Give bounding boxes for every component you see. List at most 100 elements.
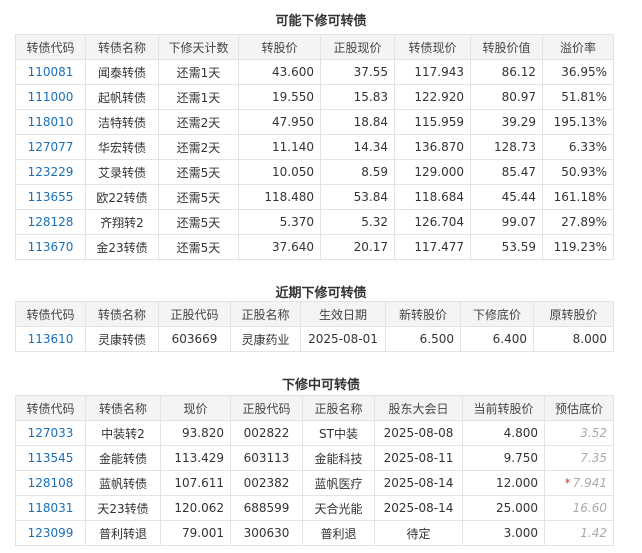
- cell-value: 45.44: [501, 190, 536, 204]
- cell-value: 3.52: [580, 426, 607, 440]
- cell-value: 还需1天: [176, 65, 221, 80]
- bond-code-link[interactable]: 113545: [15, 445, 86, 471]
- cell-value: 6.33%: [568, 140, 607, 154]
- table-cell: 603113: [230, 445, 303, 471]
- table-cell: * 7.941: [544, 470, 614, 496]
- estimate-flag-mark: *: [564, 476, 571, 490]
- cell-value: 86.12: [501, 65, 536, 79]
- cell-value: 128128: [27, 215, 74, 229]
- cell-value: 37.640: [272, 240, 314, 254]
- table-cell: 5.370: [238, 209, 321, 235]
- table-row: 127077 华宏转债 还需2天 11.140 14.34 136.870 128.73 6.…: [15, 134, 614, 160]
- table-cell: 1.42: [544, 520, 614, 546]
- header-row: 转债代码 转债名称 下修天计数 转股价 正股现价 转债现价 转股价值 溢价率: [15, 34, 614, 60]
- table-cell: 8.000: [533, 326, 614, 352]
- cell-value: 15.83: [353, 90, 388, 104]
- table-cell: 灵康转债: [85, 326, 159, 352]
- table-cell: 115.959: [394, 109, 471, 135]
- cell-value: 8.59: [361, 165, 388, 179]
- col-header: 正股现价: [320, 34, 395, 60]
- table-row: 128108 蓝帆转债 107.611 002382 蓝帆医疗 2025-08-14 12.…: [15, 470, 614, 496]
- bond-code-link[interactable]: 127033: [15, 420, 86, 446]
- cell-value: 002822: [243, 426, 290, 440]
- cell-value: 113655: [27, 190, 74, 204]
- cell-value: 99.07: [501, 215, 536, 229]
- cell-value: 5.370: [279, 215, 314, 229]
- table-cell: 2025-08-14: [374, 495, 463, 521]
- cell-value: 129.000: [414, 165, 464, 179]
- cell-value: 还需5天: [176, 165, 221, 180]
- table-cell: 85.47: [470, 159, 543, 185]
- table-row: 118031 天23转债 120.062 688599 天合光能 2025-08-14 25…: [15, 495, 614, 521]
- cell-value: 119.23%: [553, 240, 607, 254]
- cell-value: 79.001: [182, 526, 224, 540]
- col-header: 正股代码: [230, 395, 303, 421]
- bond-code-link[interactable]: 113655: [15, 184, 86, 210]
- cell-value: 还需5天: [176, 215, 221, 230]
- table-recent-reset: 转债代码 转债名称 正股代码 正股名称 生效日期 新转股价 下修底价 原转股价 …: [15, 301, 614, 352]
- col-header: 正股名称: [230, 301, 301, 327]
- cell-value: 3.000: [503, 526, 538, 540]
- bond-code-link[interactable]: 113610: [15, 326, 86, 352]
- cell-value: 50.93%: [561, 165, 607, 179]
- table-cell: 20.17: [320, 234, 395, 260]
- cell-value: 洁特转债: [97, 115, 146, 130]
- table-cell: 14.34: [320, 134, 395, 160]
- table-cell: 3.52: [544, 420, 614, 446]
- table-cell: 10.050: [238, 159, 321, 185]
- table-cell: 金能科技: [302, 445, 375, 471]
- cell-value: 107.611: [174, 476, 224, 490]
- cell-value: 2025-08-11: [383, 451, 454, 465]
- cell-value: 53.59: [501, 240, 536, 254]
- bond-code-link[interactable]: 111000: [15, 84, 86, 110]
- table-cell: 136.870: [394, 134, 471, 160]
- table-cell: 107.611: [160, 470, 231, 496]
- table-row: 128128 齐翔转2 还需5天 5.370 5.32 126.704 99.07 27.89…: [15, 209, 614, 235]
- cell-value: 110081: [27, 65, 74, 79]
- table-cell: 117.943: [394, 59, 471, 85]
- cell-value: 122.920: [414, 90, 464, 104]
- table-row: 111000 起帆转债 还需1天 19.550 15.83 122.920 80.97 51.…: [15, 84, 614, 110]
- cell-value: 5.32: [361, 215, 388, 229]
- bond-code-link[interactable]: 118010: [15, 109, 86, 135]
- cell-value: 7.941: [572, 476, 607, 490]
- cell-value: 603113: [243, 451, 290, 465]
- cell-value: 161.18%: [553, 190, 607, 204]
- cell-value: 6.400: [492, 332, 527, 346]
- cell-value: ST中装: [319, 426, 358, 441]
- col-header: 正股代码: [158, 301, 231, 327]
- cell-value: 127077: [27, 140, 74, 154]
- bond-code-link[interactable]: 127077: [15, 134, 86, 160]
- cell-value: 中装转2: [101, 426, 145, 441]
- cell-value: 136.870: [414, 140, 464, 154]
- title-resetting: 下修中可转债: [281, 378, 360, 393]
- table-cell: 129.000: [394, 159, 471, 185]
- bond-code-link[interactable]: 123229: [15, 159, 86, 185]
- cell-value: 603669: [171, 332, 218, 346]
- col-header: 转债现价: [394, 34, 471, 60]
- bond-code-link[interactable]: 128108: [15, 470, 86, 496]
- cell-value: 120.062: [174, 501, 224, 515]
- table-cell: 002382: [230, 470, 303, 496]
- table-cell: 还需5天: [158, 159, 239, 185]
- bond-code-link[interactable]: 128128: [15, 209, 86, 235]
- bond-code-link[interactable]: 118031: [15, 495, 86, 521]
- col-header: 溢价率: [542, 34, 614, 60]
- cell-value: 蓝帆转债: [98, 476, 147, 491]
- cell-value: 金能转债: [98, 451, 147, 466]
- table-cell: 80.97: [470, 84, 543, 110]
- bond-code-link[interactable]: 113670: [15, 234, 86, 260]
- bond-code-link[interactable]: 123099: [15, 520, 86, 546]
- bond-code-link[interactable]: 110081: [15, 59, 86, 85]
- table-cell: 12.000: [462, 470, 545, 496]
- table-cell: 蓝帆转债: [85, 470, 161, 496]
- table-cell: 37.640: [238, 234, 321, 260]
- cell-value: 113.429: [174, 451, 224, 465]
- col-header: 转债代码: [15, 395, 86, 421]
- cell-value: 灵康药业: [241, 332, 290, 347]
- table-cell: 45.44: [470, 184, 543, 210]
- cell-value: 195.13%: [553, 115, 607, 129]
- table-cell: 天23转债: [85, 495, 161, 521]
- cell-value: 金能科技: [314, 451, 363, 466]
- table-cell: 还需5天: [158, 184, 239, 210]
